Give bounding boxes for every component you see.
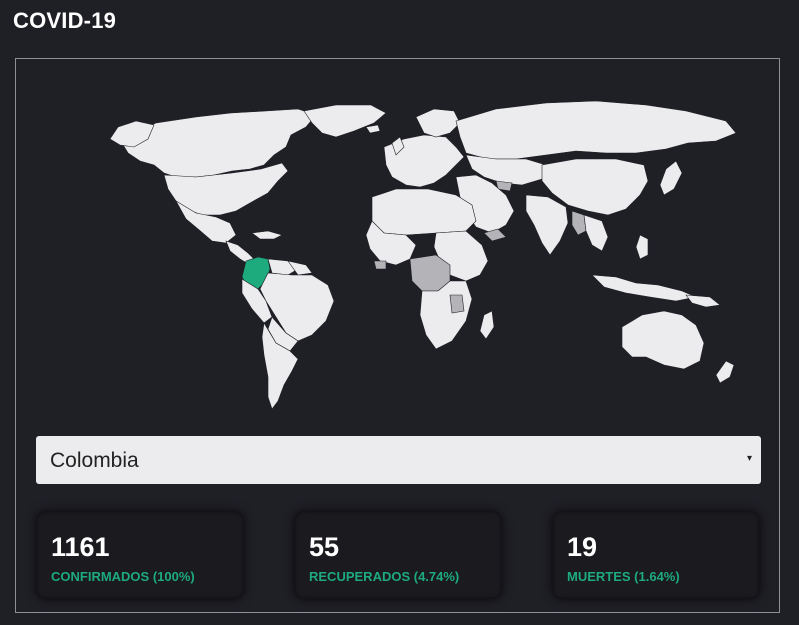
map-country-philippines[interactable] (635, 234, 649, 260)
recovered-count: 55 (309, 532, 340, 562)
map-country-russia[interactable] (455, 100, 737, 160)
map-country-madagascar[interactable] (479, 310, 495, 340)
map-southeast-asia[interactable] (583, 214, 609, 252)
map-scandinavia[interactable] (415, 108, 461, 138)
covid-card: Colombia ▾ 1161 CONFIRMADOS (100%) 55 RE… (15, 58, 780, 613)
map-country-japan[interactable] (659, 160, 683, 196)
map-country-west-africa-grey[interactable] (373, 260, 387, 270)
map-country-central-africa[interactable] (409, 254, 451, 292)
map-country-india[interactable] (525, 194, 569, 256)
covid-dashboard: COVID-19 Colombia ▾ 1161 CONFIRMADOS (10… (0, 0, 799, 625)
deaths-count: 19 (567, 532, 598, 562)
country-select-value: Colombia (50, 449, 139, 472)
country-select[interactable]: Colombia ▾ (36, 436, 761, 484)
world-map[interactable] (36, 65, 766, 425)
chevron-down-icon: ▾ (746, 453, 752, 464)
map-southern-africa[interactable] (419, 280, 473, 350)
recovered-label: RECUPERADOS (4.74%) (309, 569, 460, 584)
stat-card-confirmed: 1161 CONFIRMADOS (100%) (36, 511, 244, 599)
page-title: COVID-19 (13, 8, 117, 33)
map-country-australia[interactable] (621, 310, 705, 370)
map-country-indonesia[interactable] (591, 274, 698, 302)
confirmed-label: CONFIRMADOS (100%) (51, 569, 195, 584)
stat-card-deaths: 19 MUERTES (1.64%) (552, 511, 760, 599)
map-country-new-zealand[interactable] (715, 360, 735, 384)
world-map-svg[interactable] (36, 65, 766, 425)
confirmed-count: 1161 (51, 532, 110, 562)
deaths-label: MUERTES (1.64%) (567, 569, 680, 584)
stat-card-recovered: 55 RECUPERADOS (4.74%) (294, 511, 502, 599)
map-caribbean[interactable] (251, 230, 283, 240)
map-country-canada[interactable] (121, 108, 317, 178)
map-country-zambia-malawi[interactable] (449, 294, 465, 314)
map-country-myanmar[interactable] (571, 210, 587, 236)
map-iceland[interactable] (365, 124, 381, 134)
map-country-papua[interactable] (685, 294, 721, 308)
